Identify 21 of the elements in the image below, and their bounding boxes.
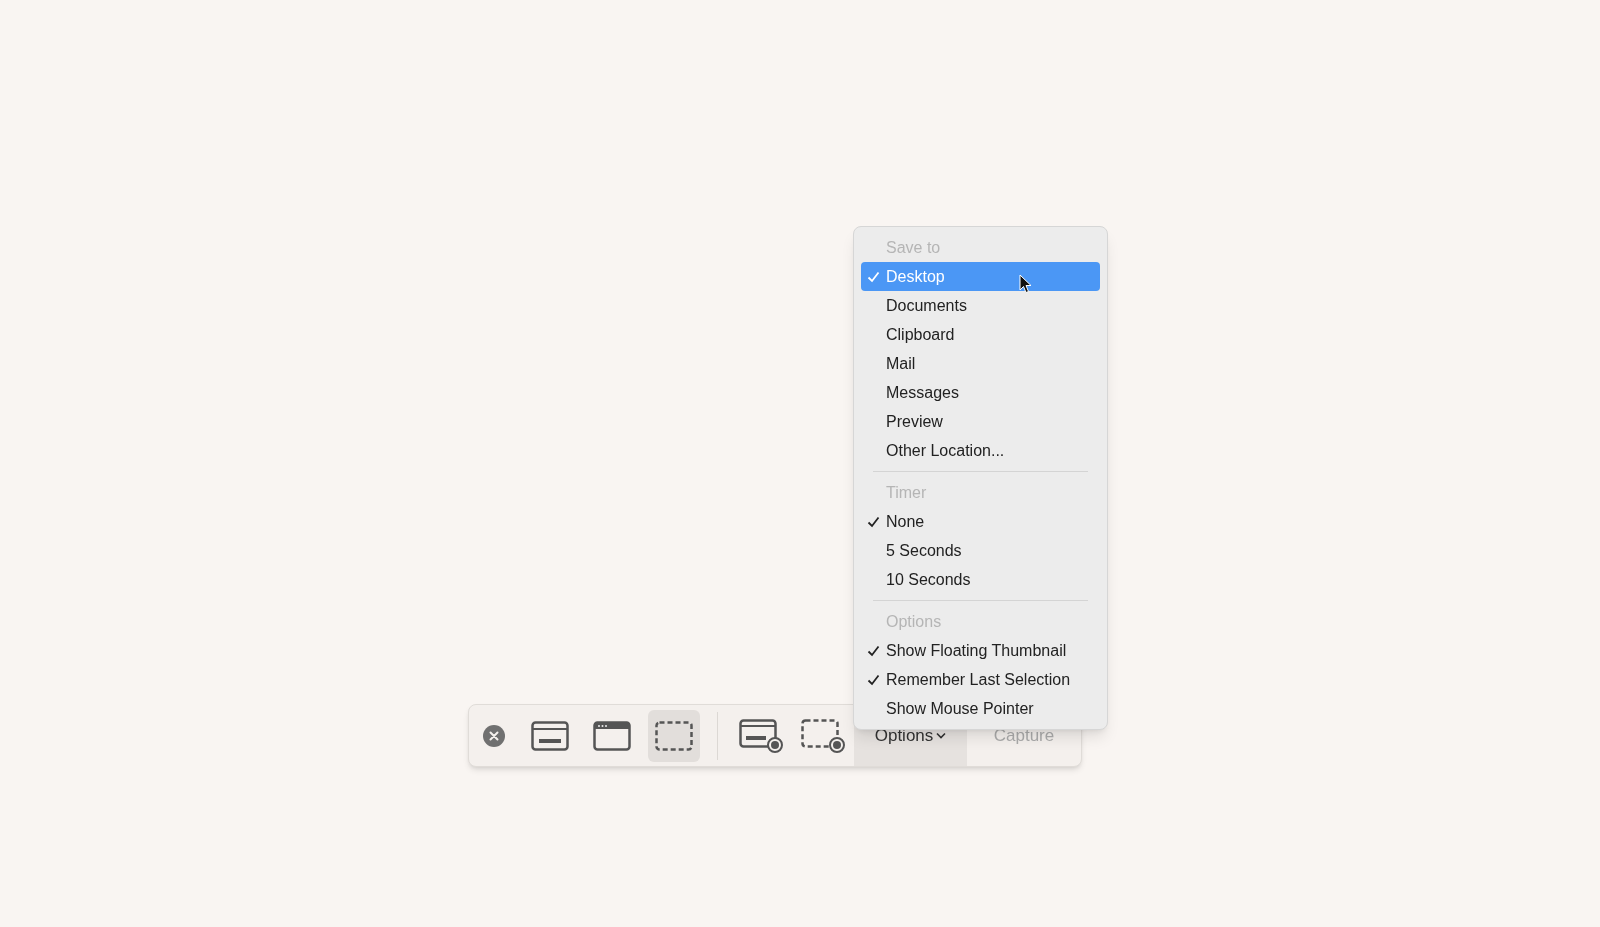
menu-item[interactable]: 5 Seconds: [861, 536, 1100, 565]
menu-item[interactable]: Mail: [861, 349, 1100, 378]
screen-icon: [531, 720, 569, 751]
menu-item[interactable]: Documents: [861, 291, 1100, 320]
menu-item[interactable]: 10 Seconds: [861, 565, 1100, 594]
capture-mode-button[interactable]: [648, 709, 700, 762]
menu-item[interactable]: Preview: [861, 407, 1100, 436]
chevron-down-icon: [936, 732, 947, 739]
menu-item[interactable]: Remember Last Selection: [861, 665, 1100, 694]
close-icon: [489, 730, 499, 741]
window-icon: [593, 720, 631, 751]
menu-item[interactable]: None: [861, 507, 1100, 536]
record-screen-icon: [739, 718, 783, 753]
menu-item[interactable]: Messages: [861, 378, 1100, 407]
menu-item[interactable]: Other Location...: [861, 436, 1100, 465]
menu-item[interactable]: Show Floating Thumbnail: [861, 636, 1100, 665]
dashed-selection-icon: [655, 720, 693, 751]
record-selection-icon: [801, 718, 845, 753]
mouse-cursor-icon: [1019, 274, 1032, 294]
menu-item[interactable]: Clipboard: [861, 320, 1100, 349]
close-button[interactable]: [483, 724, 505, 747]
